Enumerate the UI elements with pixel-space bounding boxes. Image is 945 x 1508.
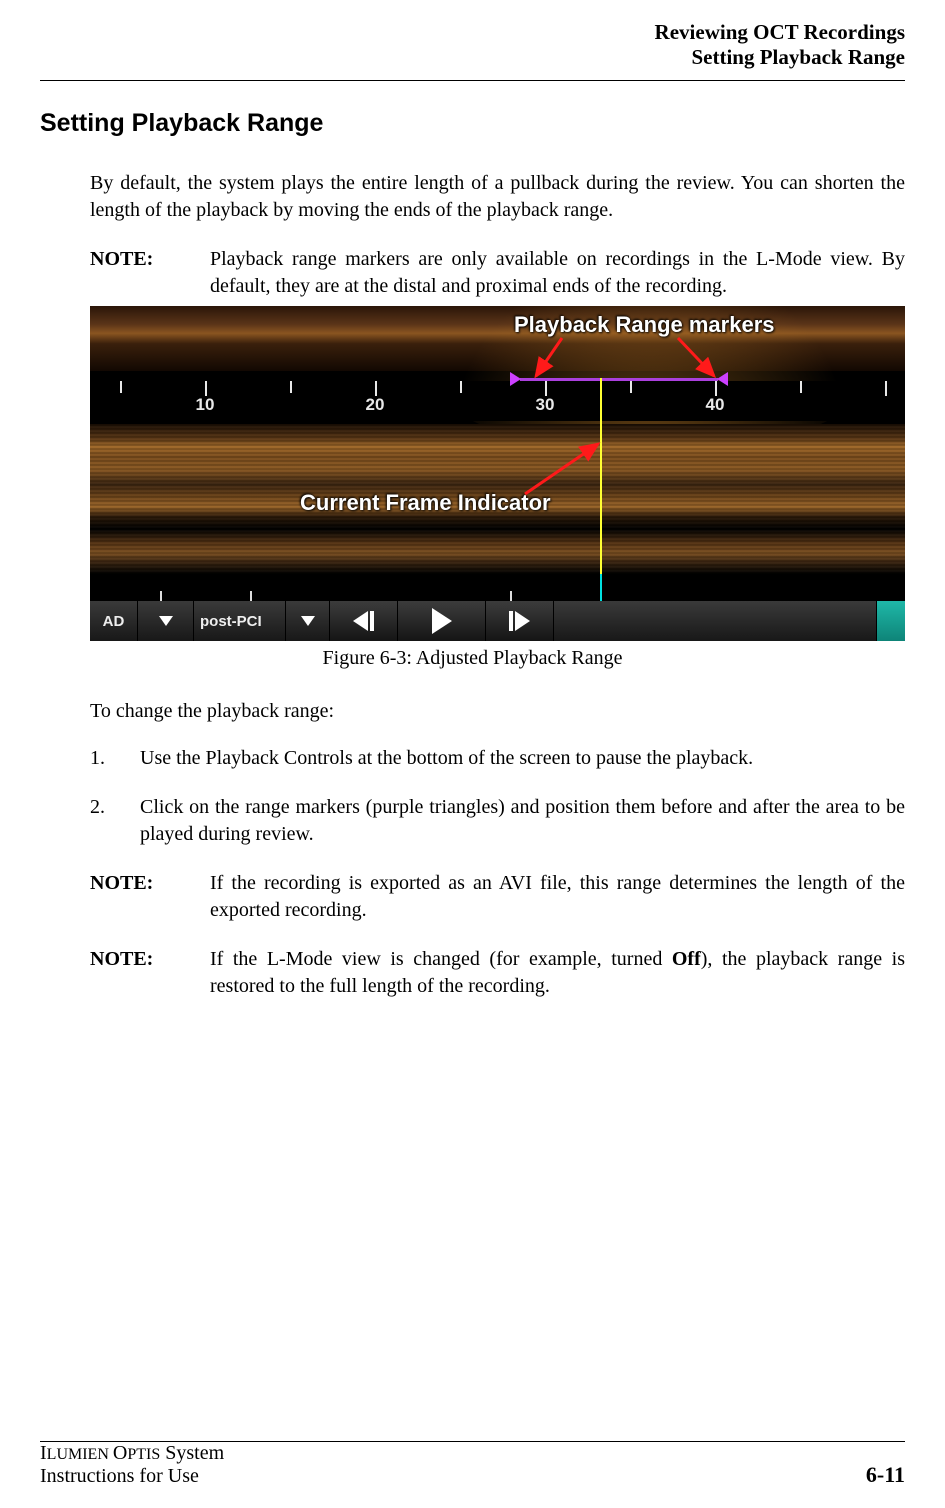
note-3: NOTE: If the L-Mode view is changed (for… [90,946,905,1000]
step-forward-icon [509,611,530,631]
dropdown-1[interactable] [138,601,194,641]
playback-range-marker-right[interactable] [717,372,728,386]
control-spacer [554,601,877,641]
note-text: If the L-Mode view is changed (for examp… [210,946,905,1000]
playback-range-marker-left[interactable] [510,372,521,386]
play-button[interactable] [398,601,486,641]
footer-line2: Instructions for Use [40,1465,199,1487]
note3-bold: Off [672,948,701,970]
note-text: If the recording is exported as an AVI f… [210,870,905,924]
header-chapter: Reviewing OCT Recordings [40,20,905,45]
step-text: Use the Playback Controls at the bottom … [140,745,905,772]
note-label: NOTE: [90,946,210,1000]
page-header: Reviewing OCT Recordings Setting Playbac… [40,20,905,70]
tick-10: 10 [196,395,215,415]
current-frame-indicator[interactable] [600,378,602,574]
playback-range-bar[interactable] [520,378,718,381]
play-icon [432,608,452,634]
playback-control-bar: AD post-PCI [90,601,905,641]
step-forward-button[interactable] [486,601,554,641]
figure-6-3: 10 20 30 40 Playback Range markers Curre… [90,306,905,641]
note-1: NOTE: Playback range markers are only av… [90,246,905,300]
chevron-down-icon [159,616,173,626]
lmode-ruler: 10 20 30 40 [90,381,905,421]
figure-caption: Figure 6-3: Adjusted Playback Range [40,647,905,670]
step-back-button[interactable] [330,601,398,641]
phase-label: post-PCI [194,601,286,641]
tick-30: 30 [536,395,555,415]
note-label: NOTE: [90,246,210,300]
intro-paragraph: By default, the system plays the entire … [90,170,905,224]
page-number: 6-11 [866,1462,905,1488]
note-text: Playback range markers are only availabl… [210,246,905,300]
ruler-ticks: 10 20 30 40 [90,381,905,421]
header-rule [40,80,905,81]
tick-20: 20 [366,395,385,415]
step-number: 2. [90,794,140,848]
step-1: 1. Use the Playback Controls at the bott… [90,745,905,772]
note3-prefix: If the L-Mode view is changed (for examp… [210,948,672,970]
note-2: NOTE: If the recording is exported as an… [90,870,905,924]
footer-product: ILUMIEN OPTIS System Instructions for Us… [40,1442,224,1488]
step-text: Click on the range markers (purple trian… [140,794,905,848]
chevron-down-icon [301,616,315,626]
section-title: Setting Playback Range [40,109,905,138]
teal-button-edge[interactable] [877,601,905,641]
tick-40: 40 [706,395,725,415]
oct-screenshot: 10 20 30 40 Playback Range markers Curre… [90,306,905,641]
footer-line1: ILUMIEN OPTIS System [40,1442,224,1464]
steps-lead: To change the playback range: [90,700,905,723]
ad-label: AD [90,601,138,641]
header-section: Setting Playback Range [40,45,905,70]
annotation-range-markers: Playback Range markers [514,312,775,338]
dropdown-2[interactable] [286,601,330,641]
step-number: 1. [90,745,140,772]
page-footer: ILUMIEN OPTIS System Instructions for Us… [40,1431,905,1488]
step-back-icon [353,611,374,631]
annotation-frame-indicator: Current Frame Indicator [300,490,551,516]
bottom-tick-strip [90,575,905,601]
step-2: 2. Click on the range markers (purple tr… [90,794,905,848]
note-label: NOTE: [90,870,210,924]
